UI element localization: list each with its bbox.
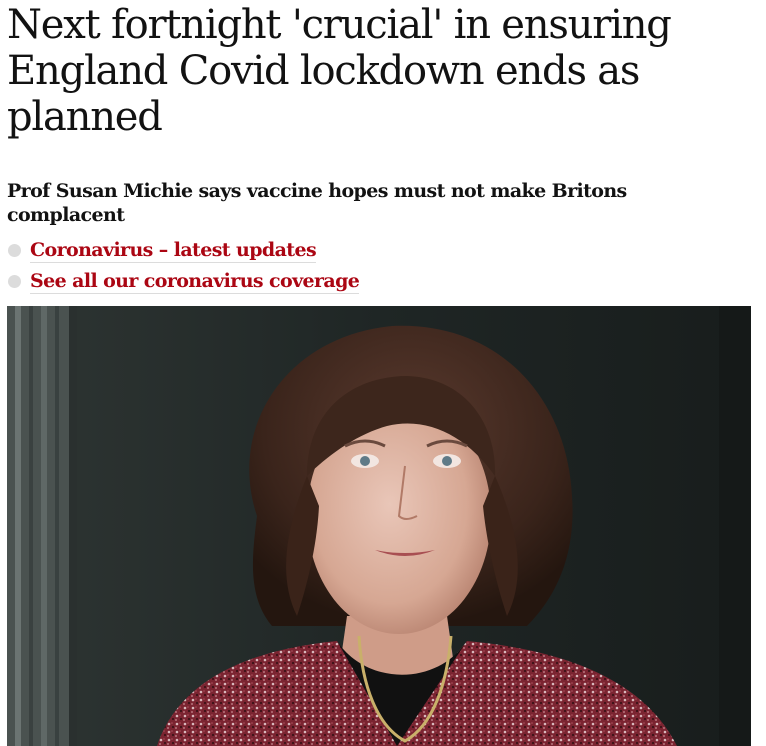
coronavirus-coverage-link[interactable]: See all our coronavirus coverage xyxy=(30,270,360,294)
bullet-icon xyxy=(8,275,21,288)
portrait-photo-illustration xyxy=(7,306,751,746)
coronavirus-latest-updates-link[interactable]: Coronavirus – latest updates xyxy=(30,239,317,263)
related-link-item: Coronavirus – latest updates xyxy=(7,236,359,267)
bullet-icon xyxy=(8,244,21,257)
article-standfirst: Prof Susan Michie says vaccine hopes mus… xyxy=(7,180,627,226)
article-main-photo xyxy=(7,306,751,746)
related-link-item: See all our coronavirus coverage xyxy=(7,267,360,298)
article-headline: Next fortnight 'crucial' in ensuring Eng… xyxy=(7,2,672,140)
related-links-list: Coronavirus – latest updates See all our… xyxy=(7,236,360,298)
